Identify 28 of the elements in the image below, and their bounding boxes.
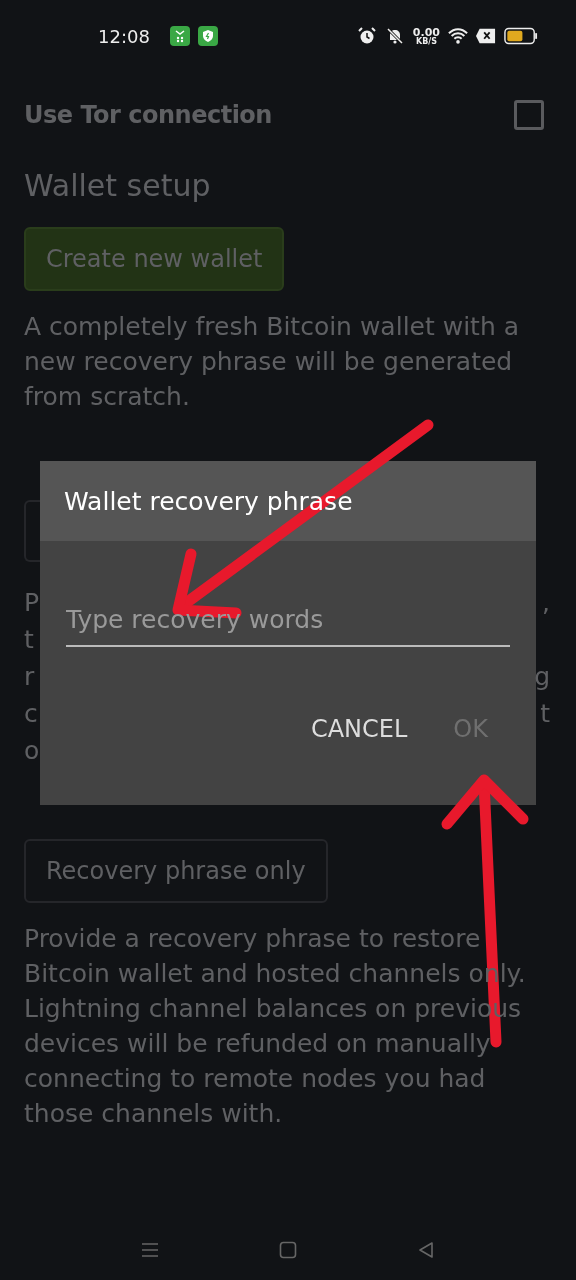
speed-unit: KB/S	[415, 37, 437, 46]
setting-label: Use Tor connection	[24, 101, 272, 129]
description-text: A completely fresh Bitcoin wallet with a new recovery phrase will be generated from scratch.	[24, 311, 520, 413]
close-box-icon	[476, 26, 496, 46]
covered-text: ,	[542, 587, 550, 619]
covered-text: g	[534, 661, 550, 693]
dialog-button[interactable]: CANCEL	[310, 715, 408, 743]
app-icon	[169, 26, 190, 46]
alarm-icon	[356, 26, 377, 46]
speed-value: 0.00	[412, 26, 440, 38]
recovery-phrase-button[interactable]: Recovery phrase only	[24, 839, 328, 903]
status-time: 12:08	[98, 25, 150, 47]
create-wallet-button[interactable]: Create new wallet	[24, 227, 285, 291]
checkbox[interactable]	[514, 100, 544, 130]
menu-icon[interactable]	[140, 1240, 160, 1260]
covered-text: c	[24, 698, 38, 730]
back-icon[interactable]	[416, 1240, 436, 1260]
home-icon[interactable]	[278, 1240, 298, 1260]
covered-text: r	[24, 661, 35, 693]
muted-bell-icon	[384, 26, 405, 46]
covered-text: t	[24, 624, 34, 656]
section-title: Wallet setup	[24, 168, 212, 203]
covered-text: o	[24, 735, 40, 767]
battery-icon	[504, 27, 538, 45]
covered-text: t	[540, 698, 550, 730]
covered-text: P	[24, 587, 40, 619]
wifi-icon	[448, 26, 468, 46]
shield-icon	[197, 26, 218, 46]
